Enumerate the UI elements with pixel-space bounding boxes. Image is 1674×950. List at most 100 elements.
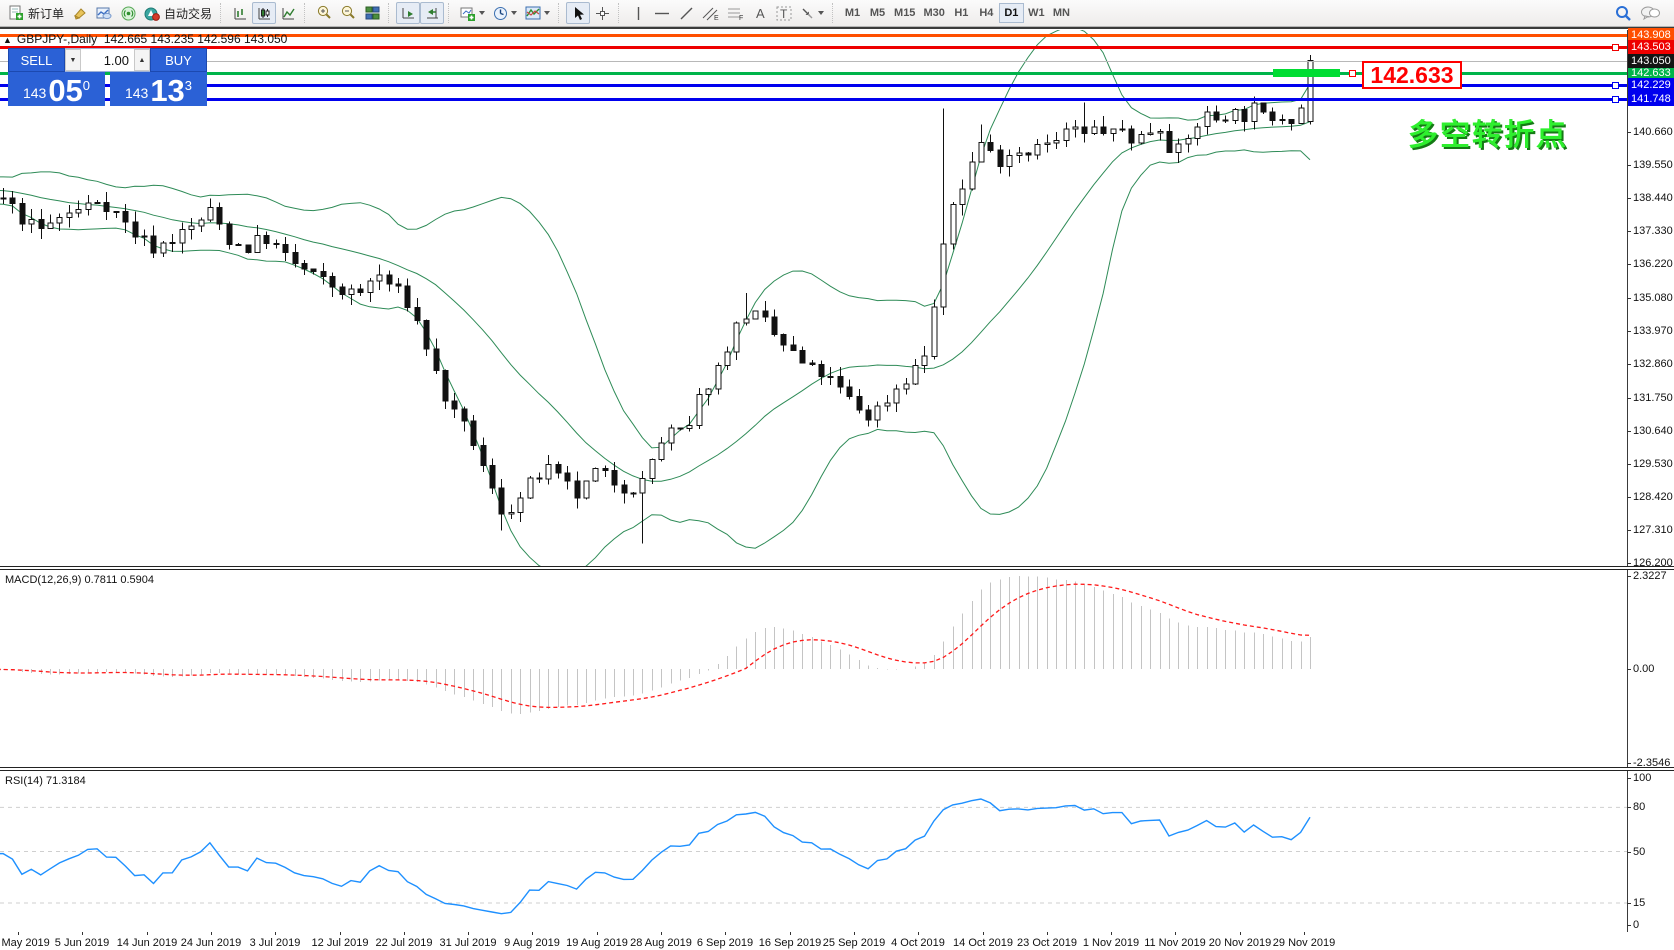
rsi-axis-tick (1627, 807, 1631, 808)
trendline-button[interactable] (674, 2, 698, 24)
volume-decrease-button[interactable]: ▼ (65, 49, 81, 71)
period-dropdown[interactable] (489, 2, 521, 24)
turning-point-highlight[interactable] (1273, 69, 1340, 77)
price-axis-tick-label: 136.220 (1633, 258, 1673, 270)
price-axis-tick (1627, 464, 1631, 465)
horizontal-line-icon (654, 8, 670, 19)
new-order-button[interactable]: 新订单 (4, 2, 68, 24)
line-edit-marker[interactable] (1612, 96, 1619, 103)
timeframe-button-m30[interactable]: M30 (919, 3, 948, 23)
volume-increase-button[interactable]: ▲ (134, 49, 150, 71)
search-button[interactable] (1611, 2, 1636, 24)
price-axis-tick-label: 130.640 (1633, 425, 1673, 437)
timeframe-button-h4[interactable]: H4 (974, 3, 999, 23)
date-tick (340, 932, 341, 935)
turning-point-annotation[interactable]: 多空转折点 (1408, 110, 1568, 154)
chat-button[interactable] (1636, 2, 1664, 24)
date-label: 6 Sep 2019 (697, 937, 753, 949)
buy-price-big: 13 (150, 77, 184, 105)
fibonacci-button[interactable]: F (723, 2, 748, 24)
sell-price[interactable]: 143 05 0 (8, 72, 105, 106)
channel-button[interactable]: E (698, 2, 723, 24)
rsi-panel[interactable]: RSI(14) 71.3184 1008050150 (0, 771, 1674, 932)
rsi-axis-tick-label: 80 (1633, 801, 1645, 813)
date-axis[interactable]: 27 May 20195 Jun 201914 Jun 201924 Jun 2… (0, 932, 1674, 950)
chevron-down-icon (479, 11, 485, 15)
toolbar-right (1611, 2, 1670, 24)
timeframe-button-m15[interactable]: M15 (890, 3, 919, 23)
sell-price-sup: 0 (83, 78, 90, 93)
callout-anchor-marker[interactable] (1349, 70, 1356, 77)
shapes-dropdown[interactable] (796, 2, 828, 24)
new-order-label: 新订单 (28, 5, 64, 22)
profiles-button[interactable] (92, 2, 116, 24)
line-chart-button[interactable] (276, 2, 300, 24)
candlestick-chart-button[interactable] (252, 2, 276, 24)
zoom-in-button[interactable] (312, 2, 336, 24)
chart-shift-button[interactable] (420, 2, 444, 24)
label-button[interactable]: T (772, 2, 796, 24)
zoom-out-button[interactable] (336, 2, 360, 24)
price-chart-panel[interactable]: 143.908143.503142.633142.229141.748143.0… (0, 30, 1674, 566)
bar-chart-button[interactable] (228, 2, 252, 24)
price-badge-143.503: 143.503 (1628, 40, 1674, 54)
signals-button[interactable] (116, 2, 140, 24)
text-button[interactable]: A (748, 2, 772, 24)
horizontal-line-button[interactable] (650, 2, 674, 24)
horizontal-line-object-141.748[interactable] (0, 98, 1627, 101)
crosshair-button[interactable] (590, 2, 614, 24)
date-label: 12 Jul 2019 (312, 937, 369, 949)
horizontal-line-object-143.503[interactable] (0, 46, 1627, 49)
date-label: 23 Oct 2019 (1017, 937, 1077, 949)
auto-trading-button[interactable]: 自动交易 (140, 2, 216, 24)
candlestick-chart-icon (257, 6, 272, 21)
date-label: 3 Jul 2019 (250, 937, 301, 949)
crosshair-icon (595, 6, 610, 21)
macd-axis-tick-label: 2.3227 (1633, 570, 1667, 582)
price-axis-tick-label: 132.860 (1633, 358, 1673, 370)
timeframe-button-m1[interactable]: M1 (840, 3, 865, 23)
buy-price[interactable]: 143 13 3 (110, 72, 207, 106)
new-chart-dropdown[interactable] (456, 2, 489, 24)
timeframe-button-h1[interactable]: H1 (949, 3, 974, 23)
price-axis-tick (1627, 298, 1631, 299)
volume-spinner: ▼ 1.00 ▲ (65, 48, 150, 72)
cursor-button[interactable] (566, 2, 590, 24)
timeframe-button-m5[interactable]: M5 (865, 3, 890, 23)
date-tick (597, 932, 598, 935)
shapes-icon (800, 6, 815, 20)
timeframe-button-mn[interactable]: MN (1049, 3, 1074, 23)
sell-button[interactable]: SELL (8, 48, 65, 72)
date-tick (790, 932, 791, 935)
price-axis-tick (1627, 431, 1631, 432)
timeframe-button-d1[interactable]: D1 (999, 3, 1024, 23)
auto-scroll-button[interactable] (396, 2, 420, 24)
vertical-line-button[interactable] (626, 2, 650, 24)
collapse-triangle-icon[interactable]: ▲ (3, 35, 12, 45)
price-axis-tick-label: 133.970 (1633, 325, 1673, 337)
line-edit-marker[interactable] (1612, 44, 1619, 51)
buy-button[interactable]: BUY (150, 48, 207, 72)
rsi-chart[interactable] (0, 771, 1627, 932)
price-axis-tick-label: 138.440 (1633, 192, 1673, 204)
volume-input[interactable]: 1.00 (81, 49, 134, 71)
macd-axis-tick-label: 0.00 (1633, 663, 1654, 675)
indicators-dropdown[interactable] (521, 2, 554, 24)
tile-windows-button[interactable] (360, 2, 384, 24)
price-callout-label[interactable]: 142.633 (1362, 61, 1462, 89)
date-label: 19 Aug 2019 (566, 937, 628, 949)
macd-chart[interactable] (0, 570, 1627, 767)
date-tick (82, 932, 83, 935)
candlestick-chart[interactable] (0, 30, 1627, 566)
macd-value-signal: 0.5904 (120, 574, 154, 586)
styles-button[interactable] (68, 2, 92, 24)
rsi-value: 71.3184 (46, 775, 86, 787)
macd-value-main: 0.7811 (84, 574, 117, 586)
svg-text:F: F (739, 15, 743, 21)
line-edit-marker[interactable] (1612, 82, 1619, 89)
date-tick (918, 932, 919, 935)
macd-panel[interactable]: MACD(12,26,9) 0.7811 0.5904 2.32270.00-2… (0, 570, 1674, 767)
date-tick (18, 932, 19, 935)
timeframe-button-w1[interactable]: W1 (1024, 3, 1049, 23)
date-tick (854, 932, 855, 935)
